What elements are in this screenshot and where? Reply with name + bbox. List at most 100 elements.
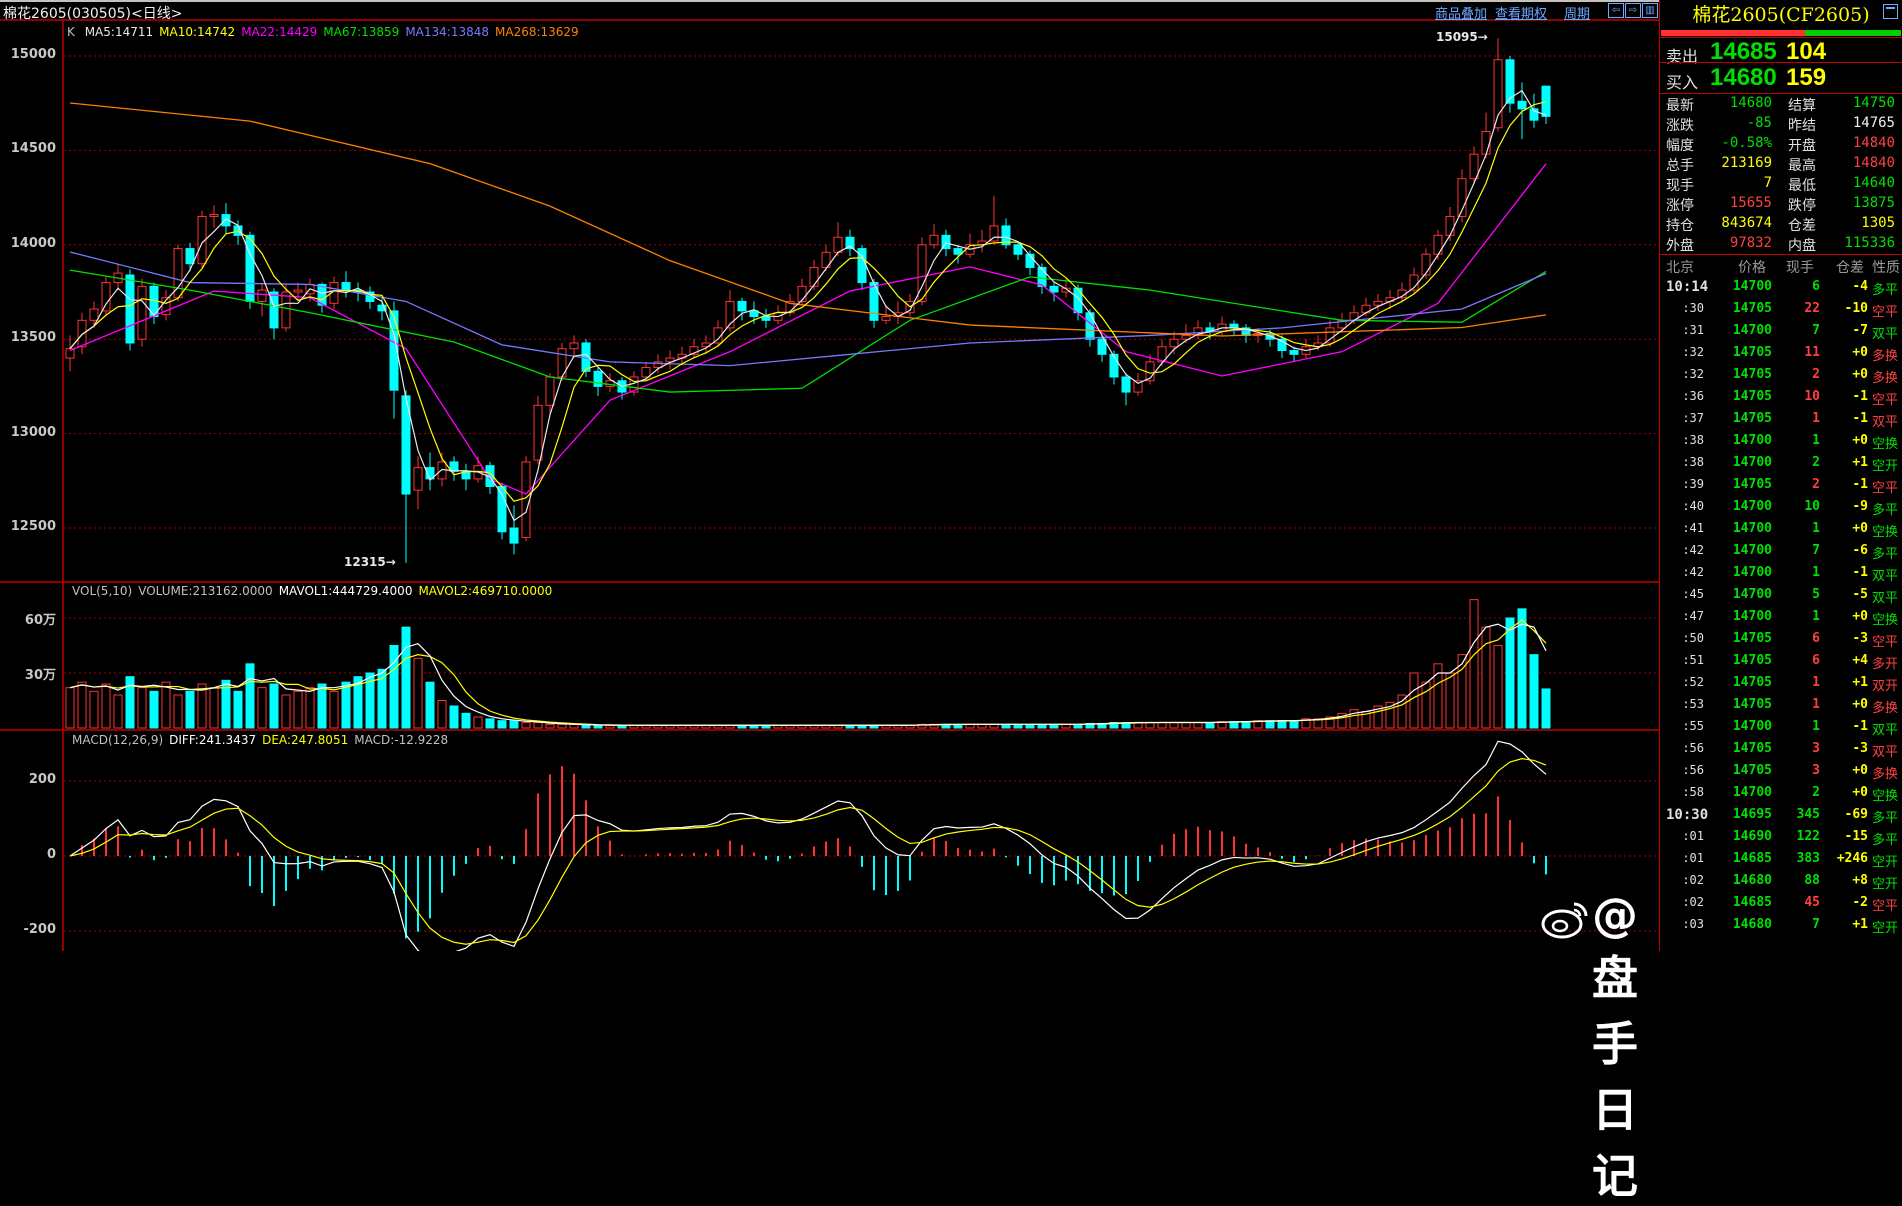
trade-nature: 多换 bbox=[1872, 371, 1899, 386]
volume-bar bbox=[113, 694, 123, 729]
volume-tick-label: 30万 bbox=[24, 668, 56, 683]
arrow-left-icon[interactable]: ⇦ bbox=[1608, 3, 1624, 18]
kline-chart-canvas[interactable] bbox=[0, 0, 1660, 951]
candle-body bbox=[1289, 350, 1299, 355]
volume-bar bbox=[1169, 722, 1179, 729]
trade-oi-change: -4 bbox=[1852, 279, 1868, 294]
price-tick-label: 14000 bbox=[10, 235, 56, 251]
volume-bar bbox=[245, 663, 255, 729]
candle-body bbox=[509, 527, 519, 544]
candle-body bbox=[1049, 285, 1059, 293]
trade-row: :30 14705 22 -10 空平 bbox=[1660, 299, 1902, 321]
trade-nature: 多换 bbox=[1872, 767, 1899, 782]
trade-time: :56 bbox=[1682, 763, 1704, 777]
candle-body bbox=[1493, 59, 1503, 129]
trade-price: 14700 bbox=[1732, 499, 1772, 514]
volume-legend-item: VOL(5,10) bbox=[72, 584, 133, 598]
trade-oi-change: -3 bbox=[1852, 631, 1868, 646]
price-tick-label: 13000 bbox=[10, 424, 56, 440]
trade-hand: 1 bbox=[1812, 719, 1820, 734]
trade-time: :36 bbox=[1682, 389, 1704, 403]
stat-value: 7 bbox=[1763, 175, 1772, 191]
maximize-icon[interactable] bbox=[1883, 4, 1898, 19]
trade-hand: 6 bbox=[1812, 279, 1820, 294]
stat-label: 开盘 bbox=[1788, 138, 1816, 154]
trade-nature: 双平 bbox=[1872, 745, 1899, 760]
overlay-commodity-link[interactable]: 商品叠加 bbox=[1435, 3, 1487, 22]
weibo-logo-icon bbox=[1541, 902, 1588, 939]
trade-time: :41 bbox=[1682, 521, 1704, 535]
trade-oi-change: +0 bbox=[1852, 345, 1868, 360]
volume-bar bbox=[461, 712, 471, 729]
volume-bar bbox=[449, 705, 459, 729]
trade-time: :53 bbox=[1682, 697, 1704, 711]
trade-nature: 多开 bbox=[1872, 657, 1899, 672]
stat-label: 最新 bbox=[1666, 98, 1694, 114]
ma-legend: K MA5:14711 MA10:14742 MA22:14429 MA67:1385… bbox=[67, 25, 579, 39]
candle-body bbox=[497, 485, 507, 533]
trade-nature: 双平 bbox=[1872, 569, 1899, 584]
bid-row: 买入 14680 159 bbox=[1660, 64, 1902, 92]
trade-oi-change: +1 bbox=[1852, 675, 1868, 690]
trade-row: :50 14705 6 -3 空平 bbox=[1660, 629, 1902, 651]
trade-time: :37 bbox=[1682, 411, 1704, 425]
trade-time: :51 bbox=[1682, 653, 1704, 667]
trade-time: :38 bbox=[1682, 433, 1704, 447]
trade-row: :47 14700 1 +0 空换 bbox=[1660, 607, 1902, 629]
period-link[interactable]: 周期 bbox=[1564, 3, 1590, 22]
trade-time: 10:30 bbox=[1666, 807, 1709, 823]
volume-bar bbox=[65, 687, 75, 729]
trade-row: :32 14705 2 +0 多换 bbox=[1660, 365, 1902, 387]
trade-time: 10:14 bbox=[1666, 279, 1709, 295]
trade-nature: 双平 bbox=[1872, 591, 1899, 606]
stat-label: 最高 bbox=[1788, 158, 1816, 174]
volume-bar bbox=[401, 626, 411, 729]
header-hand: 现手 bbox=[1786, 260, 1814, 276]
trade-oi-change: -1 bbox=[1852, 719, 1868, 734]
trade-price: 14695 bbox=[1732, 807, 1772, 822]
view-options-link[interactable]: 查看期权 bbox=[1495, 3, 1547, 22]
trade-hand: 10 bbox=[1804, 499, 1820, 514]
chart-title: 棉花2605(030505)<日线> bbox=[3, 6, 183, 22]
volume-bar bbox=[497, 720, 507, 729]
candle-body bbox=[341, 282, 351, 291]
stat-value: 213169 bbox=[1721, 155, 1772, 171]
candle-body bbox=[125, 274, 135, 344]
arrow-right-icon: → bbox=[385, 554, 396, 569]
arrow-right-icon[interactable]: ⇨ bbox=[1625, 3, 1641, 18]
trade-oi-change: +8 bbox=[1852, 873, 1868, 888]
macd-tick-label: 0 bbox=[46, 847, 56, 862]
trade-hand: 2 bbox=[1812, 367, 1820, 382]
volume-bar bbox=[329, 690, 339, 729]
trade-time: :38 bbox=[1682, 455, 1704, 469]
trade-row: :38 14700 1 +0 空换 bbox=[1660, 431, 1902, 453]
volume-bar bbox=[389, 645, 399, 729]
trade-row: :55 14700 1 -1 双平 bbox=[1660, 717, 1902, 739]
stat-label: 持仓 bbox=[1666, 218, 1694, 234]
trade-price: 14680 bbox=[1732, 873, 1772, 888]
ma-legend-item: MA5:14711 bbox=[84, 25, 154, 39]
volume-bar bbox=[1193, 722, 1203, 729]
trade-oi-change: +0 bbox=[1852, 763, 1868, 778]
stat-value: -85 bbox=[1746, 115, 1772, 131]
macd-legend-item: MACD(12,26,9) bbox=[72, 733, 164, 747]
trade-row: :56 14705 3 +0 多换 bbox=[1660, 761, 1902, 783]
trade-row: :02 14680 88 +8 空开 bbox=[1660, 871, 1902, 893]
trade-row: :02 14685 45 -2 空平 bbox=[1660, 893, 1902, 915]
volume-bar bbox=[485, 718, 495, 729]
volume-bar bbox=[137, 687, 147, 729]
trade-nature: 空开 bbox=[1872, 855, 1899, 870]
trade-hand: 2 bbox=[1812, 455, 1820, 470]
trade-hand: 10 bbox=[1804, 389, 1820, 404]
extreme-price-value: 12315 bbox=[344, 554, 386, 569]
volume-bar bbox=[437, 700, 447, 729]
volume-bar bbox=[89, 690, 99, 729]
volume-bar bbox=[533, 722, 543, 729]
trade-time: :30 bbox=[1682, 301, 1704, 315]
trade-hand: 1 bbox=[1812, 697, 1820, 712]
stat-row: 总手 213169 最高 14840 bbox=[1660, 155, 1902, 175]
trade-time: :32 bbox=[1682, 345, 1704, 359]
panel-toggle-icon[interactable]: ▥ bbox=[1642, 3, 1658, 18]
trade-price: 14700 bbox=[1732, 719, 1772, 734]
trade-hand: 1 bbox=[1812, 433, 1820, 448]
